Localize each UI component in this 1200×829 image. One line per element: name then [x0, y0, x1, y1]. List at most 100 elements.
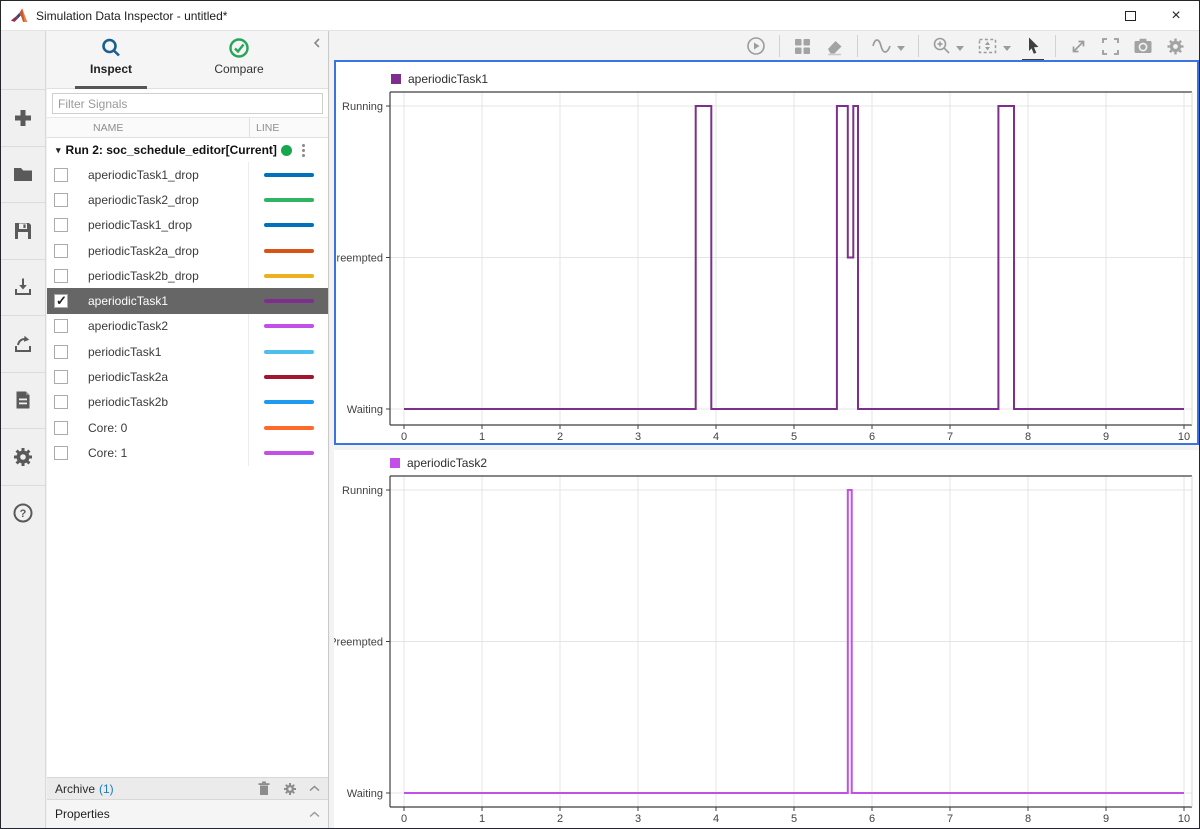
signal-checkbox[interactable] — [54, 420, 68, 435]
chart-plot[interactable]: 0 1 2 3 4 5 6 7 8 9 10 Waiting Preempted Running — [336, 62, 1197, 443]
y-tick-label: Preempted — [334, 637, 383, 649]
create-report-button[interactable] — [1, 371, 45, 429]
signal-checkbox[interactable] — [54, 445, 68, 460]
signal-line-swatch[interactable] — [263, 299, 314, 304]
signal-line-swatch[interactable] — [263, 223, 314, 228]
save-icon — [15, 222, 31, 239]
filter-signals-input[interactable] — [52, 93, 323, 114]
save-button[interactable] — [1, 202, 45, 259]
signal-checkbox[interactable] — [54, 370, 68, 385]
add-run-button[interactable] — [1, 89, 45, 146]
signal-row[interactable]: aperiodicTask2_drop — [47, 187, 328, 213]
gear-icon — [14, 447, 32, 466]
fullscreen-brackets-icon — [1102, 37, 1119, 55]
signal-row[interactable]: Core: 0 — [47, 414, 328, 441]
run-menu-kebab-icon[interactable] — [300, 142, 307, 159]
signal-checkbox[interactable] — [54, 395, 68, 410]
signal-line-swatch[interactable] — [263, 248, 314, 253]
signal-row[interactable]: aperiodicTask2 — [47, 313, 328, 340]
signal-line-swatch[interactable] — [263, 172, 314, 177]
toolbar-separator — [779, 35, 780, 57]
x-tick-label: 8 — [1025, 431, 1031, 443]
subplots-button[interactable] — [793, 37, 812, 56]
subplot-aperiodicTask1[interactable]: aperiodicTask1 012345678910WaitingPreemp… — [334, 60, 1199, 445]
chevron-down-icon — [1003, 46, 1011, 51]
window-title: Simulation Data Inspector - untitled* — [36, 8, 228, 23]
run-group-header[interactable]: ▾ Run 2: soc_schedule_editor[Current] — [47, 138, 328, 162]
signal-row[interactable]: aperiodicTask1 — [47, 288, 328, 314]
export-button[interactable] — [1, 315, 45, 372]
close-button[interactable]: × — [1153, 1, 1199, 31]
signal-line-swatch[interactable] — [263, 425, 314, 430]
import-button[interactable] — [1, 258, 45, 316]
signal-row[interactable]: periodicTask1_drop — [47, 212, 328, 238]
signal-checkbox[interactable] — [54, 218, 68, 233]
signal-line-swatch[interactable] — [263, 197, 314, 202]
collapse-archive-chevron-icon[interactable] — [309, 785, 320, 792]
signal-checkbox[interactable] — [54, 192, 68, 207]
collapse-properties-chevron-icon[interactable] — [309, 811, 320, 818]
subplots-grid-icon — [795, 38, 810, 54]
replay-button[interactable] — [746, 36, 766, 56]
signal-name: aperiodicTask1 — [88, 294, 169, 309]
signal-row[interactable]: periodicTask2a — [47, 364, 328, 390]
open-button[interactable] — [1, 145, 45, 203]
subplot-aperiodicTask2[interactable]: aperiodicTask2 0 1 2 3 4 5 6 7 8 9 10 Waiting Preemp… — [334, 450, 1199, 828]
maximize-icon — [1124, 11, 1136, 21]
fit-to-view-button[interactable] — [977, 36, 1011, 56]
maximize-button[interactable] — [1107, 1, 1153, 31]
chevron-down-icon — [956, 46, 964, 51]
tab-inspect[interactable]: Inspect — [47, 37, 175, 89]
fullscreen-button[interactable] — [1101, 37, 1120, 56]
zoom-button[interactable] — [932, 36, 964, 56]
signal-checkbox[interactable] — [54, 319, 68, 334]
tab-compare[interactable]: Compare — [175, 37, 303, 88]
signal-checkbox[interactable] — [54, 344, 68, 359]
check-circle-icon — [229, 38, 249, 58]
span-signals-button[interactable] — [1069, 37, 1088, 56]
signal-row[interactable]: Core: 1 — [47, 440, 328, 466]
collapse-panel-icon[interactable] — [312, 37, 322, 49]
archive-count: (1) — [99, 781, 114, 796]
help-icon: ? — [13, 503, 33, 523]
signal-checkbox[interactable] — [54, 243, 68, 258]
pointer-button[interactable] — [1022, 36, 1044, 61]
column-header-name: NAME — [93, 121, 124, 134]
clear-subplots-button[interactable] — [825, 37, 844, 56]
close-icon: × — [1171, 7, 1181, 24]
filter-row — [47, 89, 328, 117]
left-toolbar-rail: ? — [1, 31, 46, 828]
signal-checkbox[interactable] — [54, 293, 68, 309]
run-collapse-caret-icon[interactable]: ▾ — [56, 145, 61, 156]
signal-options-button[interactable] — [871, 36, 905, 56]
snapshot-button[interactable] — [1133, 37, 1153, 55]
run-status-dot — [280, 144, 292, 156]
signal-checkbox[interactable] — [54, 268, 68, 283]
trash-icon[interactable] — [257, 781, 271, 796]
signal-row[interactable]: aperiodicTask1_drop — [47, 162, 328, 188]
signal-line-swatch[interactable] — [263, 375, 314, 380]
x-tick-label: 1 — [479, 813, 485, 825]
signal-line-swatch[interactable] — [263, 349, 314, 354]
x-tick-label: 0 — [401, 431, 407, 443]
signal-line-swatch[interactable] — [263, 324, 314, 329]
archive-section-header[interactable]: Archive (1) — [47, 777, 328, 800]
active-tab-underline — [75, 86, 147, 89]
preferences-button[interactable] — [1, 428, 45, 485]
signal-line-swatch[interactable] — [263, 400, 314, 405]
signal-checkbox[interactable] — [54, 167, 68, 182]
gear-icon — [1167, 38, 1184, 54]
signal-row[interactable]: periodicTask2a_drop — [47, 237, 328, 264]
plot-settings-button[interactable] — [1166, 37, 1185, 56]
signal-row[interactable]: periodicTask2b_drop — [47, 263, 328, 289]
chart-plot[interactable]: 0 1 2 3 4 5 6 7 8 9 10 Waiting Preempted Running — [334, 450, 1199, 828]
properties-section-header[interactable]: Properties — [47, 800, 328, 828]
signal-row[interactable]: periodicTask2b — [47, 389, 328, 415]
run-label: Run 2: soc_schedule_editor[Current] — [65, 143, 277, 157]
title-bar: Simulation Data Inspector - untitled* × — [1, 1, 1199, 31]
signal-row[interactable]: periodicTask1 — [47, 339, 328, 365]
archive-settings-gear-icon[interactable] — [283, 782, 297, 796]
signal-line-swatch[interactable] — [263, 273, 314, 278]
help-button[interactable]: ? — [1, 484, 45, 542]
signal-line-swatch[interactable] — [263, 450, 314, 455]
